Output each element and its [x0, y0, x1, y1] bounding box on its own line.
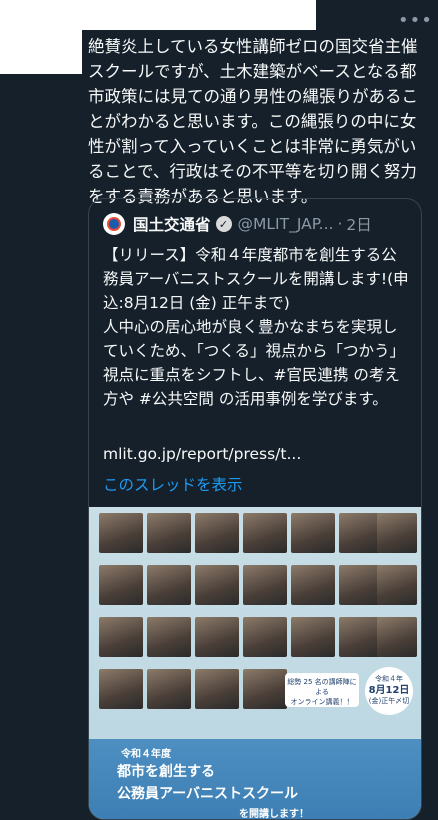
lecturer-photo [291, 565, 335, 605]
lecturer-photo [147, 617, 191, 657]
separator-dot: · [337, 215, 343, 233]
lecturer-photo [99, 617, 143, 657]
verified-badge-icon: ✓ [215, 216, 232, 232]
lecturer-count-text: 総勢 25 名の講師陣による [287, 678, 357, 696]
lecturer-photo [243, 669, 287, 709]
lecturer-photo [291, 513, 335, 553]
lecturer-photo [147, 565, 191, 605]
quoted-tweet-text: 【リリース】令和４年度都市を創生する公務員アーバニストスクールを開講します!(申… [103, 246, 409, 408]
deadline-date: 8月12日 [368, 685, 410, 696]
lecturer-photo [99, 669, 143, 709]
lecturer-photo [147, 669, 191, 709]
flyer-title-banner: 令和４年度 都市を創生する 公務員アーバニストスクール を開講します！ [89, 739, 421, 819]
lecturer-photo [243, 565, 287, 605]
quoted-author-name: 国土交通省 [133, 216, 211, 234]
lecturer-photo [147, 513, 191, 553]
lecturer-photo [195, 617, 239, 657]
lecturer-count-badge: 総勢 25 名の講師陣による オンライン講義！！ [285, 673, 359, 707]
lecturer-photo [291, 617, 335, 657]
deadline-badge: 令和４年 8月12日 (金)正午〆切 [365, 667, 413, 715]
lecturer-photo [243, 513, 287, 553]
mlit-logo-icon [103, 213, 125, 235]
lecturer-photo [377, 617, 417, 657]
quoted-author-handle: @MLIT_JAP... [237, 215, 334, 233]
quoted-link[interactable]: mlit.go.jp/report/press/t... [103, 445, 301, 463]
lecturer-photo [377, 513, 417, 553]
lecturer-photo [99, 565, 143, 605]
lecturer-photo [195, 513, 239, 553]
flyer-title-suffix: を開講します！ [239, 809, 309, 819]
deadline-note: (金)正午〆切 [368, 697, 410, 705]
lecturer-photo [195, 669, 239, 709]
tweet-text: 絶賛炎上している女性講師ゼロの国交省主催スクールですが、土木建築がベースとなる都… [88, 37, 418, 206]
quoted-tweet[interactable]: 国土交通省 ✓ @MLIT_JAP... · 2日 【リリース】令和４年度都市を… [88, 198, 422, 820]
quoted-timestamp: 2日 [346, 216, 372, 234]
lecturer-photo [99, 513, 143, 553]
flyer-title-main: 公務員アーバニストスクール [117, 786, 299, 802]
lecturer-photo [377, 565, 417, 605]
deadline-year: 令和４年 [375, 675, 403, 683]
redacted-avatar-area [0, 30, 82, 74]
lecturer-photo [243, 617, 287, 657]
show-thread-link[interactable]: このスレッドを表示 [103, 473, 243, 495]
attached-flyer-image[interactable]: 総勢 25 名の講師陣による オンライン講義！！ 令和４年 8月12日 (金)正… [89, 507, 421, 819]
flyer-title-line: 都市を創生する [117, 764, 215, 780]
redacted-profile-area [0, 0, 316, 30]
online-lecture-text: オンライン講義！！ [290, 698, 354, 706]
more-icon[interactable]: ••• [398, 10, 433, 31]
lecturer-photo [195, 565, 239, 605]
quoted-tweet-header: 国土交通省 ✓ @MLIT_JAP... · 2日 [103, 213, 372, 235]
flyer-title-year: 令和４年度 [121, 749, 171, 760]
